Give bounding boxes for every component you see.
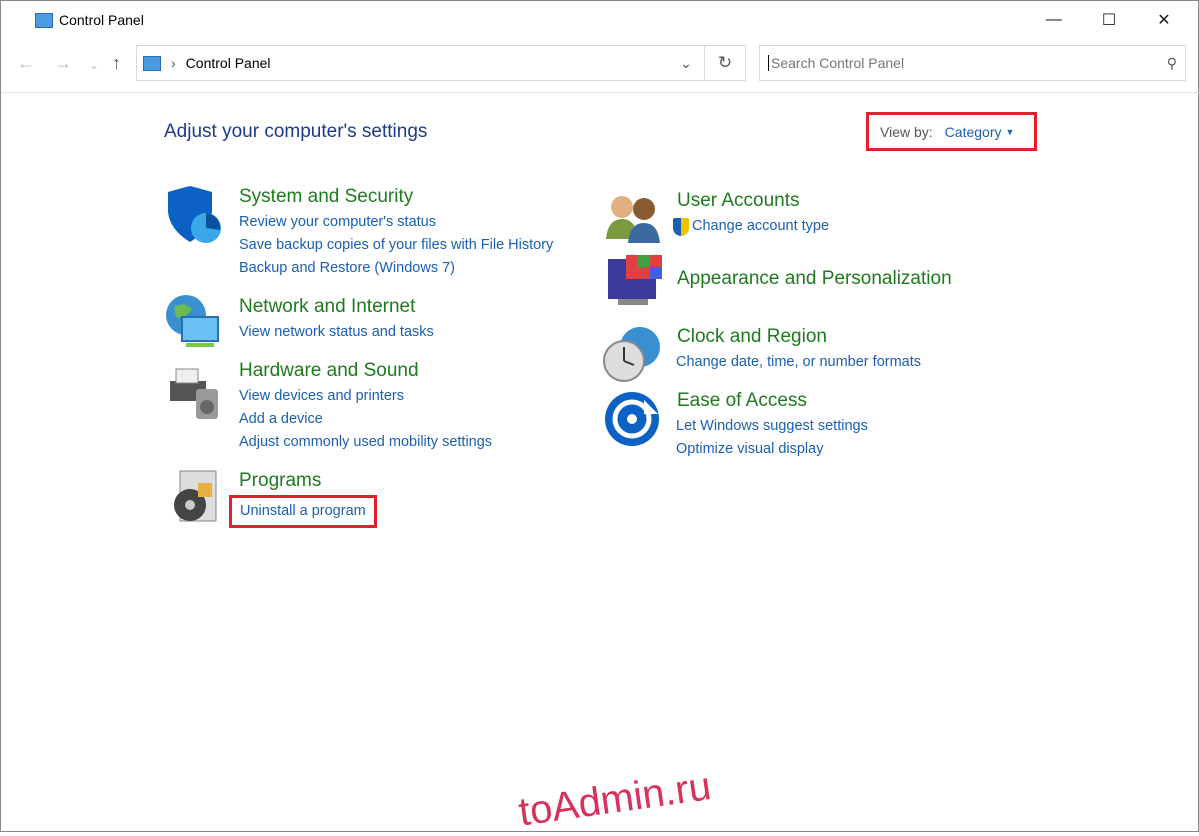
- category-clock-region: Clock and Region Change date, time, or n…: [676, 326, 921, 374]
- link-review-status[interactable]: Review your computer's status: [239, 211, 553, 234]
- ease-of-access-icon: [604, 390, 662, 448]
- chevron-down-icon[interactable]: ⌄: [680, 55, 692, 72]
- highlight-box: Uninstall a program: [229, 495, 377, 528]
- category-system-security: System and Security Review your computer…: [239, 186, 553, 280]
- maximize-button[interactable]: ☐: [1086, 1, 1132, 39]
- watermark: toAdmin.ru: [516, 764, 714, 835]
- uac-shield-icon: [673, 217, 689, 236]
- address-bar[interactable]: › Control Panel ⌄: [136, 45, 705, 81]
- category-programs: Programs Uninstall a program: [229, 470, 377, 528]
- link-uninstall-program[interactable]: Uninstall a program: [240, 498, 366, 525]
- search-icon[interactable]: ⚲: [1167, 55, 1177, 72]
- link-optimize-display[interactable]: Optimize visual display: [676, 438, 868, 461]
- user-accounts-icon: [604, 189, 662, 247]
- clock-icon: [602, 325, 660, 383]
- control-panel-icon: [143, 55, 161, 71]
- page-title: Adjust your computer's settings: [164, 121, 428, 142]
- recent-locations-button[interactable]: ⌄: [89, 58, 99, 72]
- category-network-internet: Network and Internet View network status…: [239, 296, 434, 344]
- close-button[interactable]: ✕: [1141, 1, 1187, 39]
- divider: [1, 92, 1199, 93]
- search-box[interactable]: ⚲: [759, 45, 1186, 81]
- forward-button[interactable]: →: [54, 53, 72, 74]
- link-change-account-type[interactable]: Change account type: [692, 215, 829, 238]
- link-file-history[interactable]: Save backup copies of your files with Fi…: [239, 234, 553, 257]
- view-by-dropdown[interactable]: Category: [945, 124, 1002, 140]
- window-title: Control Panel: [35, 12, 144, 28]
- link-suggest-settings[interactable]: Let Windows suggest settings: [676, 415, 868, 438]
- network-icon: [164, 293, 222, 351]
- link-devices-printers[interactable]: View devices and printers: [239, 385, 492, 408]
- view-by-control[interactable]: View by: Category ▼: [866, 112, 1037, 151]
- search-input[interactable]: [768, 55, 1167, 71]
- caret-down-icon: ▼: [1005, 126, 1015, 137]
- chevron-right-icon: ›: [171, 55, 176, 71]
- control-panel-icon: [35, 13, 53, 28]
- link-mobility-settings[interactable]: Adjust commonly used mobility settings: [239, 431, 492, 454]
- minimize-button[interactable]: —: [1031, 1, 1077, 39]
- appearance-icon: [604, 253, 662, 311]
- category-hardware-sound: Hardware and Sound View devices and prin…: [239, 360, 492, 454]
- category-ease-of-access: Ease of Access Let Windows suggest setti…: [676, 390, 868, 461]
- up-button[interactable]: ↑: [112, 53, 121, 74]
- programs-icon: [166, 467, 224, 525]
- printer-icon: [164, 363, 222, 421]
- link-add-device[interactable]: Add a device: [239, 408, 492, 431]
- link-network-status[interactable]: View network status and tasks: [239, 321, 434, 344]
- back-button[interactable]: ←: [17, 53, 35, 74]
- link-date-time-formats[interactable]: Change date, time, or number formats: [676, 351, 921, 374]
- refresh-button[interactable]: ↻: [705, 45, 746, 81]
- link-backup-restore[interactable]: Backup and Restore (Windows 7): [239, 257, 553, 280]
- breadcrumb[interactable]: Control Panel: [186, 55, 271, 71]
- category-appearance: Appearance and Personalization: [677, 268, 952, 289]
- category-user-accounts: User Accounts Change account type: [673, 190, 829, 238]
- shield-icon: [164, 186, 222, 244]
